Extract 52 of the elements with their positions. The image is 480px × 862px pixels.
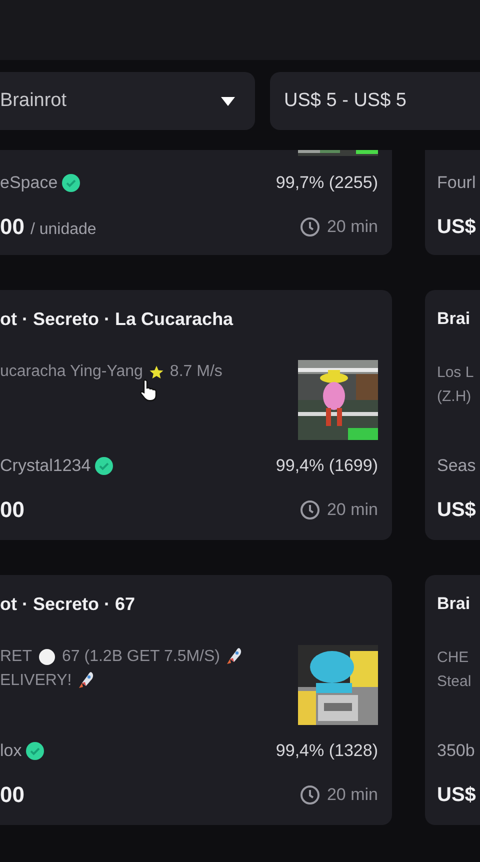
price: US$ — [437, 216, 476, 238]
seller-name[interactable]: Seas — [437, 456, 476, 476]
listing-title: ot · Secreto · La Cucaracha — [0, 308, 234, 331]
seller-name[interactable]: Crystal1234 — [0, 456, 91, 476]
delivery-time: 20 min — [326, 785, 378, 805]
price: US$ — [437, 498, 476, 522]
seller-name[interactable]: eSpace — [0, 173, 58, 193]
listing-title: ot · Secreto · 67 — [0, 593, 136, 616]
price: 00 — [0, 214, 24, 240]
seller-rating: 99,4% (1328) — [276, 741, 378, 761]
price: 00 — [0, 497, 24, 523]
description-text: Los L — [437, 364, 474, 380]
listing-title: Brai — [437, 308, 472, 330]
description-text: (Z.H) — [437, 388, 472, 404]
listing-card[interactable]: Brai Los L (Z.H) Seas US$ — [425, 290, 480, 540]
description-text: 8.7 M/s — [170, 363, 222, 381]
price: US$ — [437, 784, 476, 806]
rocket-icon — [78, 671, 96, 691]
category-dropdown[interactable]: Brainrot — [0, 72, 255, 130]
rocket-icon — [226, 647, 244, 667]
seller-name[interactable]: Fourl — [437, 173, 476, 193]
listing-card[interactable]: Fourl US$ — [425, 150, 480, 255]
description-text: ELIVERY! — [0, 672, 72, 690]
clock-icon — [300, 785, 320, 805]
listing-card[interactable]: ot · Secreto · La Cucaracha ucaracha Ying-Yang 8.7 M/s Crystal1234 99,4% (1699) 00 20 min — [0, 290, 392, 540]
listing-title: Brai — [437, 593, 472, 615]
hand-cursor-icon — [140, 378, 158, 402]
description-text: Steal — [437, 672, 472, 690]
delivery-time: 20 min — [326, 217, 378, 237]
listing-card[interactable]: Brai CHE Steal 350b US$ — [425, 575, 480, 825]
listing-card[interactable]: eSpace 99,7% (2255) 00 / unidade 20 min — [0, 150, 392, 255]
star-icon — [148, 364, 164, 380]
price: 00 — [0, 782, 24, 808]
verified-icon — [26, 742, 44, 760]
listing-card[interactable]: ot · Secreto · 67 RET 67 (1.2B GET 7.5M/S) ELIVERY! lox 99,4% (1328) 00 20 min — [0, 575, 392, 825]
price-range-field[interactable]: US$ 5 - US$ 5 — [270, 72, 480, 130]
clock-icon — [300, 217, 320, 237]
verified-icon — [62, 174, 80, 192]
clock-icon — [300, 500, 320, 520]
circle-icon — [38, 648, 56, 666]
price-unit: / unidade — [30, 221, 96, 239]
seller-rating: 99,4% (1699) — [276, 456, 378, 476]
description-text: RET — [0, 648, 32, 666]
delivery-time: 20 min — [326, 500, 378, 520]
description-text: ucaracha Ying-Yang — [0, 363, 143, 381]
description-text: CHE — [437, 648, 469, 666]
seller-name[interactable]: lox — [0, 741, 22, 761]
caret-icon — [221, 96, 235, 106]
seller-rating: 99,7% (2255) — [276, 173, 378, 193]
description-text: 67 (1.2B GET 7.5M/S) — [62, 648, 220, 666]
seller-name[interactable]: 350b — [437, 741, 475, 761]
verified-icon — [94, 457, 113, 475]
